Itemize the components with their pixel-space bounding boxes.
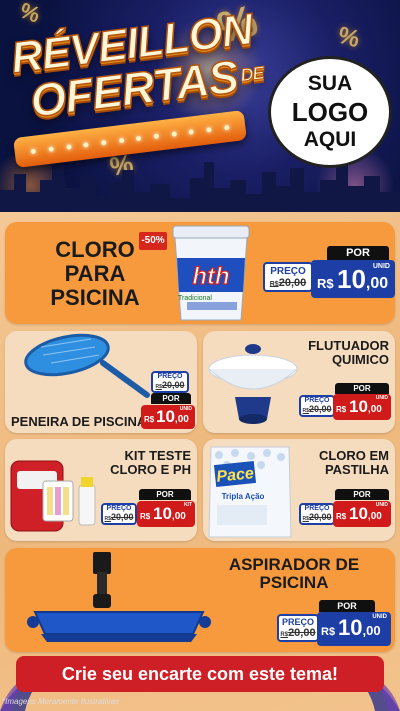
new-price-box: R$ 10,00 UNID bbox=[317, 612, 391, 646]
new-price-box: R$ 10,00 KIT bbox=[137, 501, 195, 527]
product-card-chlorine-tablets[interactable]: Pace Tripla Ação CLORO EM PASTILHA POR P… bbox=[203, 439, 395, 541]
product-title: ASPIRADOR DE PSICINA bbox=[228, 555, 360, 593]
old-price-box: PREÇO R$20,00 bbox=[151, 371, 189, 393]
chemical-floater-icon bbox=[208, 344, 298, 424]
test-kit-icon bbox=[10, 460, 96, 532]
cta-banner[interactable]: Crie seu encarte com este tema! bbox=[16, 656, 384, 692]
price-unit: UNID bbox=[372, 263, 390, 270]
product-title: CLORO PARA PSICINA bbox=[50, 237, 140, 310]
new-price-currency: R$ bbox=[336, 405, 347, 414]
price-unit: UNID bbox=[179, 406, 192, 412]
logo-line3: AQUI bbox=[303, 128, 357, 151]
new-price-box: R$ 10,00 UNID bbox=[333, 501, 391, 527]
product-title: PENEIRA DE PISCINA bbox=[11, 414, 147, 429]
new-price-currency: R$ bbox=[321, 626, 336, 638]
price-unit: UNID bbox=[375, 395, 388, 401]
old-price-box: PREÇO R$20,00 bbox=[101, 503, 137, 525]
old-price-label: PREÇO bbox=[157, 373, 183, 380]
old-price-box: PREÇO R$20,00 bbox=[299, 503, 335, 525]
product-card-pool-vacuum[interactable]: ASPIRADOR DE PSICINA POR PREÇO R$20,00 R… bbox=[5, 548, 395, 652]
disclaimer-note: *Imagens Meramente Ilustrativas bbox=[2, 697, 119, 706]
price-por-label: POR bbox=[335, 489, 389, 500]
old-price-value: R$20,00 bbox=[104, 512, 134, 522]
old-price-label: PREÇO bbox=[106, 505, 132, 512]
product-title: CLORO EM PASTILHA bbox=[318, 448, 389, 478]
old-price-box: PREÇO R$20,00 bbox=[299, 395, 335, 417]
product-title: KIT TESTE CLORO E PH bbox=[110, 448, 191, 478]
price-unit: KIT bbox=[183, 502, 192, 508]
old-price-value: R$20,00 bbox=[302, 512, 332, 522]
old-price-box: PREÇO R$20,00 bbox=[277, 614, 319, 642]
new-price-currency: R$ bbox=[336, 512, 347, 521]
svg-text:Tripla Ação: Tripla Ação bbox=[222, 492, 265, 501]
new-price-currency: R$ bbox=[144, 415, 155, 424]
svg-text:Tradicional: Tradicional bbox=[178, 295, 212, 302]
old-price-value: R$20,00 bbox=[269, 277, 307, 289]
brand-logo-hth: hth bbox=[192, 263, 229, 290]
price-por-label: POR bbox=[327, 246, 389, 260]
headline-de: DE bbox=[239, 62, 265, 86]
product-card-chemical-floater[interactable]: FLUTUADOR QUIMICO POR PREÇO R$20,00 R$ 1… bbox=[203, 331, 395, 433]
old-price-label: PREÇO bbox=[281, 617, 314, 627]
pool-vacuum-head-icon bbox=[27, 552, 211, 642]
chlorine-bucket-icon: hth Tradicional bbox=[172, 225, 250, 321]
old-price-label: PREÇO bbox=[304, 397, 330, 404]
price-por-label: POR bbox=[319, 600, 375, 612]
old-price-label: PREÇO bbox=[304, 505, 330, 512]
price-por-label: POR bbox=[335, 383, 389, 394]
price-unit: UNID bbox=[375, 502, 388, 508]
logo-line2: LOGO bbox=[291, 97, 369, 127]
old-price-value: R$20,00 bbox=[280, 627, 316, 639]
price-por-label: POR bbox=[151, 393, 191, 404]
pool-skimmer-net-icon bbox=[24, 333, 150, 398]
product-card-test-kit[interactable]: KIT TESTE CLORO E PH POR PREÇO R$20,00 R… bbox=[5, 439, 197, 541]
new-price-currency: R$ bbox=[140, 512, 151, 521]
price-unit: UNID bbox=[372, 614, 387, 620]
old-price-label: PREÇO bbox=[270, 266, 306, 277]
old-price-value: R$20,00 bbox=[302, 404, 332, 414]
percent-symbol-decoration: % bbox=[16, 0, 44, 28]
new-price-currency: R$ bbox=[317, 276, 334, 291]
new-price-value: 10,00 bbox=[153, 504, 186, 523]
logo-line1: SUA bbox=[307, 72, 353, 95]
discount-badge: -50% bbox=[139, 232, 167, 250]
old-price-value: R$20,00 bbox=[155, 380, 185, 390]
hero-banner: % % % % RÉVEILLON OFERTASDE SUA LOGO AQU… bbox=[0, 0, 400, 212]
product-title: FLUTUADOR QUIMICO bbox=[308, 338, 389, 368]
chlorine-tablet-bag-icon: Pace Tripla Ação bbox=[208, 446, 292, 538]
product-card-skimmer-net[interactable]: PENEIRA DE PISCINA PREÇO R$20,00 POR R$ … bbox=[5, 331, 197, 433]
logo-placeholder[interactable]: SUA LOGO AQUI bbox=[268, 56, 392, 168]
product-card-chlorine[interactable]: CLORO PARA PSICINA hth Tradicional POR P… bbox=[5, 222, 395, 324]
new-price-box: R$ 10,00 UNID bbox=[141, 405, 195, 429]
percent-symbol-decoration: % bbox=[334, 21, 363, 54]
price-por-label: POR bbox=[139, 489, 191, 500]
new-price-box: R$ 10,00 UNID bbox=[311, 260, 395, 298]
new-price-box: R$ 10,00 UNID bbox=[333, 394, 391, 420]
old-price-box: PREÇO R$20,00 bbox=[263, 262, 313, 292]
